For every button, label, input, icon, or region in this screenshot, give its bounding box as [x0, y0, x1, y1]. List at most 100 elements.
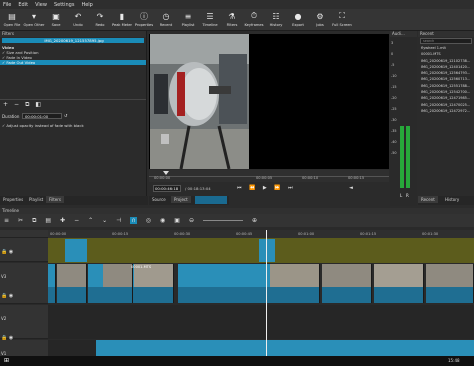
transport-buttons[interactable]: ⏮ ⏪ ▶ ⏩ ⏭: [237, 185, 296, 191]
adjust-opacity-checkbox[interactable]: ✓ Adjust opacity instead of fade with bl…: [2, 123, 84, 128]
history-button[interactable]: ☷ History: [265, 9, 287, 31]
redo-button[interactable]: ↷ Redo: [89, 9, 111, 31]
meter-scale-tick: -20: [391, 96, 397, 100]
audio-meter-title: Audi...: [390, 31, 417, 37]
peak-meter-button[interactable]: ▮ Peak Meter: [111, 9, 133, 31]
ripple-icon[interactable]: ◉: [160, 217, 165, 224]
video-track-lane[interactable]: 00001.MTS: [48, 263, 474, 304]
timeline-ruler-tick: 00:00:00: [50, 232, 67, 236]
deselect-filter-button[interactable]: ◧: [35, 101, 41, 109]
remove-icon[interactable]: −: [74, 217, 79, 224]
menu-view[interactable]: View: [35, 2, 47, 8]
remove-filter-button[interactable]: −: [14, 101, 19, 109]
meter-scale-tick: -15: [391, 85, 397, 89]
menu-settings[interactable]: Settings: [54, 2, 75, 8]
tab-history[interactable]: History: [442, 196, 462, 203]
export-button[interactable]: ● Export: [287, 9, 309, 31]
adjust-opacity-label: Adjust opacity instead of fade with blac…: [6, 123, 84, 128]
tab-properties[interactable]: Properties: [0, 196, 26, 203]
start-icon[interactable]: ⊞: [4, 357, 9, 364]
audio-track-lane[interactable]: [48, 238, 474, 263]
recent-button[interactable]: ◷ Recent: [155, 9, 177, 31]
cut-icon[interactable]: ✂: [18, 217, 23, 224]
toolbar-label: Playlist: [181, 23, 195, 27]
timeline-playhead[interactable]: [266, 230, 267, 366]
playlist-button[interactable]: ≡ Playlist: [177, 9, 199, 31]
recent-item[interactable]: IMG_20200619_12102738...: [418, 58, 474, 64]
recent-item[interactable]: IMG_20200619_12472972...: [418, 108, 474, 114]
tab-recent[interactable]: Recent: [418, 196, 438, 203]
video-track-lane-2[interactable]: [48, 305, 474, 339]
timeline-menu-icon[interactable]: ≡: [4, 217, 9, 224]
tab-filters[interactable]: Filters: [46, 196, 64, 203]
add-filter-button[interactable]: +: [3, 101, 8, 109]
recent-item[interactable]: IMG_20200619_12560713...: [418, 76, 474, 82]
clip-label: 00001.MTS: [131, 265, 152, 269]
timeline-ruler[interactable]: 00:00:00 00:00:15 00:00:30 00:00:45 00:01:00…: [48, 230, 474, 238]
tab-project[interactable]: Project: [171, 196, 191, 203]
toolbar-label: Export: [292, 23, 304, 27]
player-ruler[interactable]: 00:00:00 00:00:05 00:00:10 00:00:15: [149, 170, 389, 182]
properties-button[interactable]: ⓘ Properties: [133, 9, 155, 31]
undo-button[interactable]: ↶ Undo: [67, 9, 89, 31]
menu-file[interactable]: File: [3, 2, 11, 8]
ripple-all-icon[interactable]: ▣: [174, 217, 180, 224]
full-screen-button[interactable]: ⛶ Full Screen: [331, 9, 353, 31]
track-head-v3-top: 🔒 ◉: [0, 238, 48, 262]
tab-source[interactable]: Source: [149, 196, 169, 203]
filter-item-label: Fade Out Video: [6, 60, 36, 65]
reset-icon[interactable]: ↺: [64, 113, 67, 118]
timeline-clip[interactable]: [259, 239, 275, 262]
copy-icon[interactable]: ⧉: [32, 217, 36, 225]
append-icon[interactable]: ✚: [60, 217, 65, 224]
lift-icon[interactable]: ⌃: [88, 217, 93, 224]
overwrite-icon[interactable]: ⌄: [102, 217, 107, 224]
keyframes-button[interactable]: ⏱ Keyframes: [243, 9, 265, 31]
jobs-button[interactable]: ⚙ Jobs: [309, 9, 331, 31]
recent-item[interactable]: IMG_20200619_12471985...: [418, 95, 474, 101]
clock: 15:48: [448, 358, 460, 363]
zoom-out-icon[interactable]: ⊖: [189, 217, 194, 224]
divider: [0, 99, 146, 100]
timeline-clip[interactable]: [48, 264, 56, 303]
timeline-clip[interactable]: [426, 264, 474, 303]
zoom-in-icon[interactable]: ⊕: [252, 217, 257, 224]
track-controls-icon[interactable]: 🔒 ◉: [0, 293, 13, 299]
timeline-clip[interactable]: [57, 264, 87, 303]
recent-search-input[interactable]: search: [420, 38, 472, 44]
timeline-clip[interactable]: [65, 239, 87, 262]
timeline-clip[interactable]: [322, 264, 372, 303]
timeline-clip[interactable]: [270, 264, 320, 303]
timeline-clip[interactable]: [134, 264, 174, 303]
filters-icon: ⚗: [228, 11, 236, 21]
tab-playlist[interactable]: Playlist: [26, 196, 46, 203]
timeline-clip[interactable]: [374, 264, 424, 303]
meter-scale-tick: -35: [391, 129, 397, 133]
zoom-slider[interactable]: [203, 220, 243, 221]
filter-item-fade-out[interactable]: ✓ Fade Out Video: [0, 60, 146, 65]
scrub-icon[interactable]: ◎: [146, 217, 151, 224]
track-head-output: Output: [0, 230, 48, 246]
volume-icon[interactable]: ◄: [349, 185, 353, 191]
copy-filter-button[interactable]: ⧉: [25, 101, 29, 109]
menu-help[interactable]: Help: [81, 2, 92, 8]
open-file-button[interactable]: ▤ Open File: [1, 9, 23, 31]
filters-button[interactable]: ⚗ Filters: [221, 9, 243, 31]
timeline-clip[interactable]: [103, 264, 133, 303]
player-ruler-tick: 00:00:15: [348, 176, 365, 180]
timeline-ruler-tick: 00:00:15: [112, 232, 129, 236]
save-button[interactable]: ▣ Save: [45, 9, 67, 31]
duration-field[interactable]: 00:00:01:00: [22, 113, 62, 119]
split-icon[interactable]: ⊣: [116, 217, 121, 224]
track-controls-icon[interactable]: 🔒 ◉: [0, 249, 13, 255]
timecode-field[interactable]: 00:00:46:18: [153, 185, 181, 192]
open-other-button[interactable]: ▾ Open Other: [23, 9, 45, 31]
timeline-button[interactable]: ☰ Timeline: [199, 9, 221, 31]
playhead-marker[interactable]: [163, 171, 169, 175]
toolbar-label: Properties: [134, 23, 154, 27]
paste-icon[interactable]: ▤: [45, 217, 51, 224]
menu-edit[interactable]: Edit: [18, 2, 28, 8]
snap-icon[interactable]: ∩: [130, 217, 137, 224]
player-ruler-tick: 00:00:10: [302, 176, 319, 180]
meter-label-right: R: [406, 193, 409, 198]
